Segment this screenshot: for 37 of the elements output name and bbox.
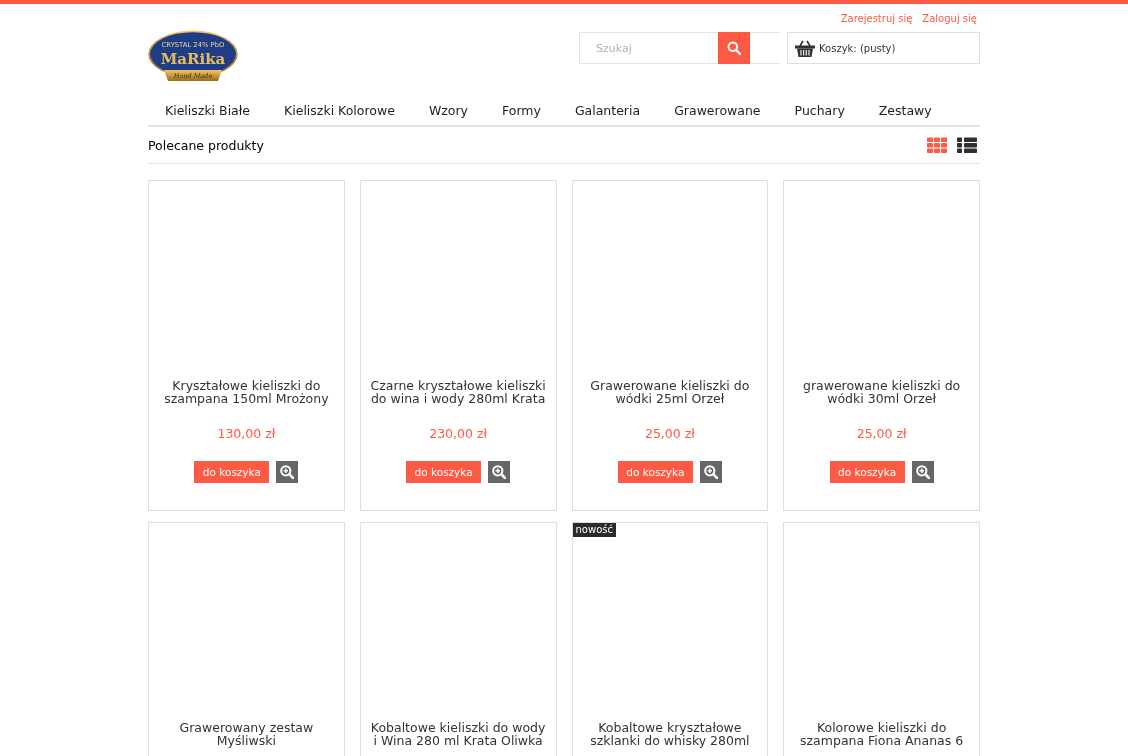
grid-view-icon[interactable] [927,137,947,153]
product-name[interactable]: Kobaltowe kieliszki do wody i Wina 280 ml Krata Oliwka [369,721,547,747]
product-price: 230,00 zł [429,427,488,441]
quick-view-button[interactable] [699,461,722,483]
new-badge: nowość [572,523,616,537]
nav-item[interactable]: Kieliszki Białe [148,97,268,125]
product-price: 25,00 zł [856,427,907,441]
logo-wordmark: MaRika [160,50,226,68]
zoom-in-icon [280,465,295,479]
product-name[interactable]: Kolorowe kieliszki do szampana Fiona Ananas 6 [793,721,970,747]
quick-view-button[interactable] [911,461,934,483]
basket-icon [795,39,815,57]
zoom-in-icon [492,465,507,479]
quick-view-button[interactable] [276,461,299,483]
quick-view-button[interactable] [488,461,511,483]
nav-item[interactable]: Wzory [411,97,485,125]
nav-item[interactable]: Grawerowane [657,97,778,125]
nav-item[interactable]: Formy [485,97,558,125]
nav-item[interactable]: Zestawy [861,97,949,125]
search-button[interactable] [718,32,750,64]
cart-button[interactable]: Koszyk: (pusty) [787,32,980,64]
product-name[interactable]: Kryształowe kieliszki do szampana 150ml Mrożony [158,379,335,405]
nav-item[interactable]: Galanteria [557,97,658,125]
product-name[interactable]: Kobaltowe kryształowe szklanki do whisky 280ml [581,721,759,747]
product-name[interactable]: grawerowane kieliszki do wódki 30ml Orzeł [793,379,970,405]
product-name[interactable]: Czarne kryształowe kieliszki do wina i wody 280ml Krata [369,379,547,405]
nav-item[interactable]: Kieliszki Kolorowe [267,97,412,125]
product-price: 130,00 zł [217,427,276,441]
nav-item[interactable]: Puchary [777,97,862,125]
list-view-icon[interactable] [957,137,977,153]
product-name[interactable]: Grawerowane kieliszki do wódki 25ml Orzeł [581,379,759,405]
section-heading: Polecane produkty [148,137,264,153]
zoom-in-icon [703,465,718,479]
search-icon [727,41,741,55]
product-price: 25,00 zł [644,427,695,441]
zoom-in-icon [915,465,930,479]
product-name[interactable]: Grawerowany zestaw Myśliwski [158,721,335,747]
